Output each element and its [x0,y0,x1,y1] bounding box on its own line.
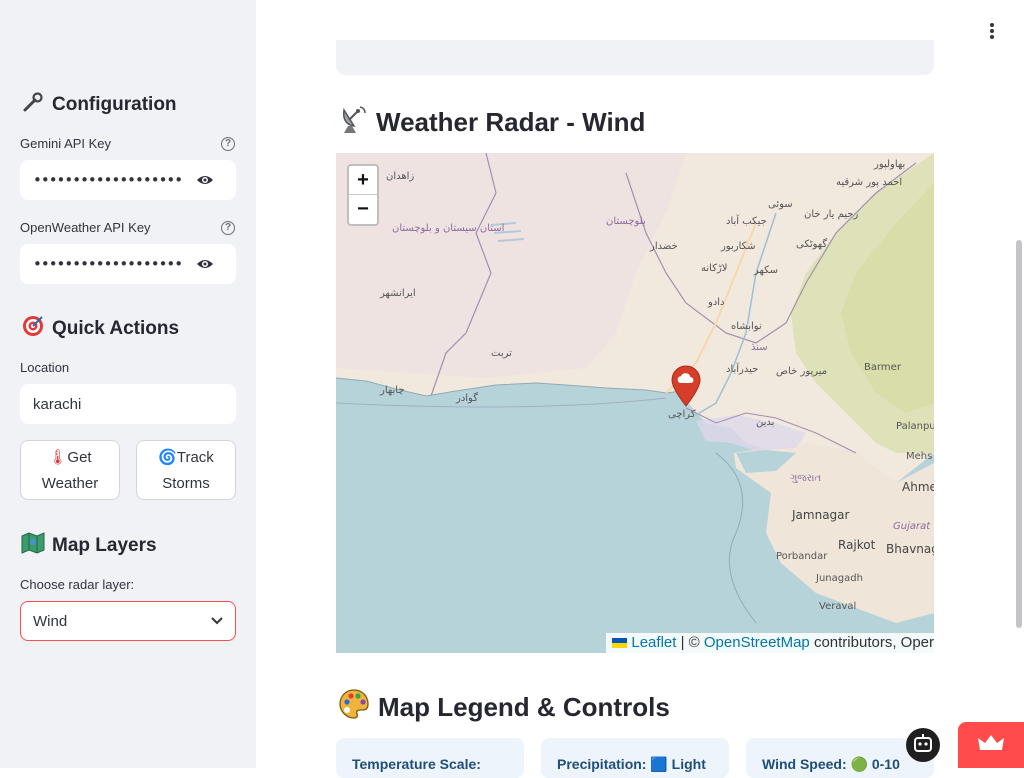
map-place-label: Mehs [906,451,933,462]
palette-icon [338,688,370,727]
map-place-label: نوابشاه [731,321,762,332]
zoom-out-button[interactable]: − [349,195,377,224]
openweather-api-key-input[interactable]: •••••••••••••••••••••••••••••••• [20,244,236,284]
map-place-label: سنڌ [751,342,768,353]
map-place-label: Porbandar [776,551,828,562]
openweather-api-key-label: OpenWeather API Key [20,220,151,235]
map-place-label: ميرپور خاص [776,366,828,377]
radar-layer-select[interactable]: Wind [20,601,236,641]
map-place-label: ગુજરાત [790,473,822,484]
help-icon[interactable]: ? [221,137,235,151]
zoom-control: + − [347,164,379,226]
legend-title: Map Legend & Controls [338,688,670,727]
map-place-label: Palanpur [896,421,934,432]
location-input[interactable]: karachi [20,384,236,424]
map-place-label: استان سیستان و بلوچستان [392,223,505,234]
map-place-label: خضدار [650,241,678,252]
map-place-label: جيكب آباد [726,216,767,227]
temperature-scale-card: Temperature Scale: [336,738,524,778]
bot-icon[interactable] [906,728,940,762]
cyclone-icon: 🌀 [158,449,177,466]
map-place-label: Rajkot [838,538,876,552]
leaflet-link[interactable]: Leaflet [631,634,676,651]
map-place-label: دادو [708,297,725,308]
map-place-label: Jamnagar [792,508,850,522]
map-place-label: بهاولپور [874,159,906,170]
map-place-label: Gujarat [893,521,931,532]
map-place-label: گوادر [456,393,478,404]
crown-badge-button[interactable] [958,722,1024,768]
openstreetmap-link[interactable]: OpenStreetMap [704,634,810,651]
map-place-label: زاهدان [386,171,415,182]
map-layers-heading: Map Layers [20,532,157,560]
map-place-label: لاڑكانه [701,263,728,274]
location-label: Location [20,360,70,375]
radar-title: Weather Radar - Wind [338,104,645,141]
map-place-label: كراچى [668,409,696,420]
gemini-api-key-label: Gemini API Key [20,136,112,151]
map-place-label: شكاربور [721,241,756,252]
map-place-label: Veraval [819,601,857,612]
quick-actions-heading: Quick Actions [20,315,179,343]
map-place-label: Ahme [902,480,934,494]
get-weather-button[interactable]: 🌡Get Weather [20,440,120,500]
map-place-label: سکھر [754,265,779,276]
radar-map[interactable]: زاهدان بلوچستان استان سیستان و بلوچستان … [336,153,934,653]
precipitation-card: Precipitation: 🟦 Light [541,738,729,778]
eye-icon[interactable] [196,256,214,272]
crown-icon [978,735,1004,750]
main-scrollbar[interactable] [1016,240,1022,628]
map-place-label: گهوٹکی [796,239,828,250]
map-place-label: Junagadh [816,573,863,584]
satellite-dish-icon [338,104,368,141]
wrench-icon [20,91,46,119]
chevron-down-icon [211,617,223,625]
map-place-label: تربت [491,348,512,359]
map-place-label: رحيم يار خان [804,209,859,220]
previous-section-card [336,40,934,75]
map-place-label: چابهار [380,385,405,396]
eye-icon[interactable] [196,172,214,188]
cloud-marker-icon[interactable] [671,365,701,407]
map-attribution: Leaflet | © OpenStreetMap contributors, … [606,633,934,653]
thermometer-icon: 🌡 [48,449,68,466]
map-place-label: Barmer [864,362,901,373]
map-place-label: سوئی [768,199,793,210]
sidebar: Configuration Gemini API Key ? •••••••••… [0,0,256,768]
zoom-in-button[interactable]: + [349,166,377,195]
help-icon[interactable]: ? [221,221,235,235]
map-icon [20,532,46,560]
map-place-label: بلوچستان [606,216,646,227]
configuration-heading: Configuration [20,91,177,119]
ukraine-flag-icon [612,638,628,648]
track-storms-button[interactable]: 🌀Track Storms [136,440,236,500]
main-menu-icon[interactable] [989,23,995,39]
gemini-api-key-input[interactable]: •••••••••••••••••••••••••••••••• [20,160,236,200]
map-place-label: Bhavnag [886,542,934,556]
map-place-label: حيدرآباد [726,364,759,375]
radar-layer-label: Choose radar layer: [20,577,135,592]
map-place-label: بدين [756,417,775,428]
map-place-label: احمد پور شرقيه [836,177,903,188]
target-icon [20,315,46,343]
map-place-label: ایرانشهر [380,288,416,299]
